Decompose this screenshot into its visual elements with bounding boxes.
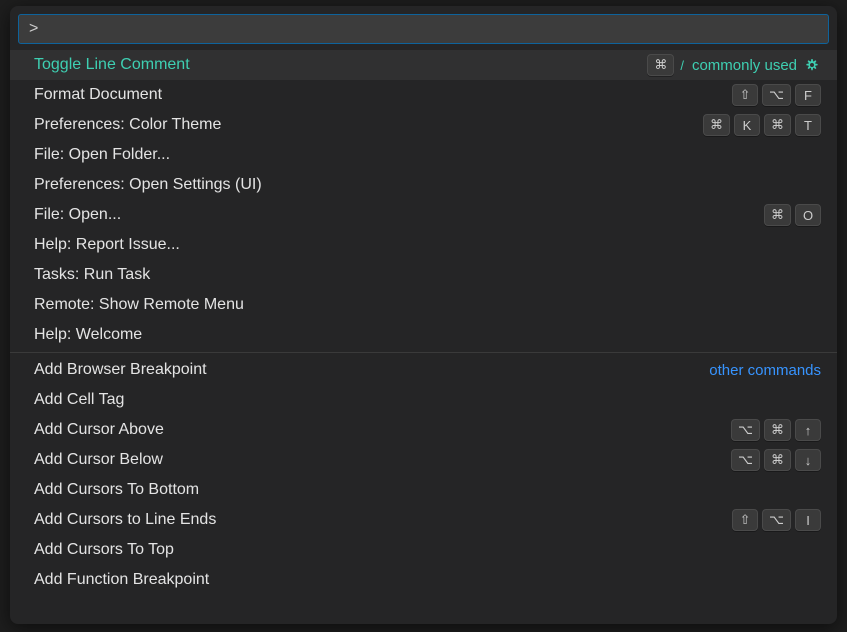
command-item[interactable]: File: Open Folder...	[10, 140, 837, 170]
command-palette: Toggle Line Comment⌘/commonly usedFormat…	[10, 6, 837, 624]
command-item[interactable]: Toggle Line Comment ⌘/ commonly used	[10, 50, 837, 80]
keycap: ⌥	[762, 509, 791, 531]
command-item[interactable]: Add Function Breakpoint	[10, 565, 837, 595]
keycap: ⌘	[764, 204, 791, 226]
keybinding: ⌘O	[764, 204, 821, 226]
command-item[interactable]: Help: Report Issue...	[10, 230, 837, 260]
command-item[interactable]: Preferences: Color Theme⌘K⌘T	[10, 110, 837, 140]
command-label: Add Cell Tag	[34, 391, 124, 409]
command-label: Format Document	[34, 86, 162, 104]
command-label: Remote: Show Remote Menu	[34, 296, 244, 314]
keycap: T	[795, 114, 821, 136]
keycap: ⌘	[647, 54, 674, 76]
row-right: ⌘O	[764, 204, 821, 226]
keycap: ⌘	[764, 449, 791, 471]
keycap: ⇧	[732, 509, 758, 531]
command-label: File: Open Folder...	[34, 146, 170, 164]
row-right: ⌘K⌘T	[703, 114, 821, 136]
command-item[interactable]: Add Cell Tag	[10, 385, 837, 415]
command-label: Preferences: Color Theme	[34, 116, 221, 134]
keycap: F	[795, 84, 821, 106]
keycap: ↓	[795, 449, 821, 471]
row-right: ⇧⌥F	[732, 84, 821, 106]
command-label: Add Function Breakpoint	[34, 571, 209, 589]
command-label: Add Cursors To Top	[34, 541, 174, 559]
keycap: ⌘	[703, 114, 730, 136]
command-item[interactable]: Add Cursors To Top	[10, 535, 837, 565]
keybinding: ⇧⌥I	[732, 509, 821, 531]
command-item[interactable]: Help: Welcome	[10, 320, 837, 350]
command-item[interactable]: Preferences: Open Settings (UI)	[10, 170, 837, 200]
command-list: Toggle Line Comment⌘/commonly usedFormat…	[10, 50, 837, 624]
command-label: File: Open...	[34, 206, 121, 224]
command-label: Help: Welcome	[34, 326, 142, 344]
command-item[interactable]: Remote: Show Remote Menu	[10, 290, 837, 320]
command-item[interactable]: Add Cursor Below ⌥⌘↓	[10, 445, 837, 475]
command-label: Add Cursor Above	[34, 421, 164, 439]
keybinding: ⇧⌥F	[732, 84, 821, 106]
keycap: I	[795, 509, 821, 531]
keybinding: ⌥⌘↑	[731, 419, 821, 441]
command-item[interactable]: Add Cursor Above ⌥⌘↑	[10, 415, 837, 445]
keycap: ⌘	[764, 114, 791, 136]
command-label: Preferences: Open Settings (UI)	[34, 176, 262, 194]
command-label: Tasks: Run Task	[34, 266, 150, 284]
keycap: ⇧	[732, 84, 758, 106]
keybinding: ⌥⌘↓	[731, 449, 821, 471]
group-divider	[10, 352, 837, 353]
row-right: ⇧⌥I	[732, 509, 821, 531]
keycap: ↑	[795, 419, 821, 441]
row-right: ⌥⌘↑	[731, 419, 821, 441]
keycap: ⌘	[764, 419, 791, 441]
keybinding: ⌘/	[647, 54, 686, 76]
command-label: Add Cursor Below	[34, 451, 163, 469]
command-label: Add Cursors To Bottom	[34, 481, 199, 499]
keycap: ⌥	[731, 419, 760, 441]
command-item[interactable]: Tasks: Run Task	[10, 260, 837, 290]
keycap: ⌥	[731, 449, 760, 471]
keycap: ⌥	[762, 84, 791, 106]
command-item[interactable]: File: Open... ⌘O	[10, 200, 837, 230]
group-label: other commands	[709, 362, 821, 379]
command-item[interactable]: Add Cursors to Line Ends ⇧⌥I	[10, 505, 837, 535]
key-separator: /	[678, 54, 686, 76]
gear-icon[interactable]	[803, 56, 821, 74]
command-input[interactable]	[18, 14, 829, 44]
command-label: Toggle Line Comment	[34, 56, 190, 74]
command-label: Add Browser Breakpoint	[34, 361, 207, 379]
input-container	[10, 6, 837, 50]
command-label: Help: Report Issue...	[34, 236, 180, 254]
row-right: ⌘/ commonly used	[647, 54, 821, 76]
command-item[interactable]: Format Document ⇧⌥F	[10, 80, 837, 110]
command-item[interactable]: Add Cursors To Bottom	[10, 475, 837, 505]
keybinding: ⌘K⌘T	[703, 114, 821, 136]
command-item[interactable]: Add Browser Breakpoint other commands	[10, 355, 837, 385]
row-right: ⌥⌘↓	[731, 449, 821, 471]
group-label: commonly used	[692, 57, 797, 74]
command-label: Add Cursors to Line Ends	[34, 511, 216, 529]
keycap: O	[795, 204, 821, 226]
keycap: K	[734, 114, 760, 136]
row-right: other commands	[709, 362, 821, 379]
